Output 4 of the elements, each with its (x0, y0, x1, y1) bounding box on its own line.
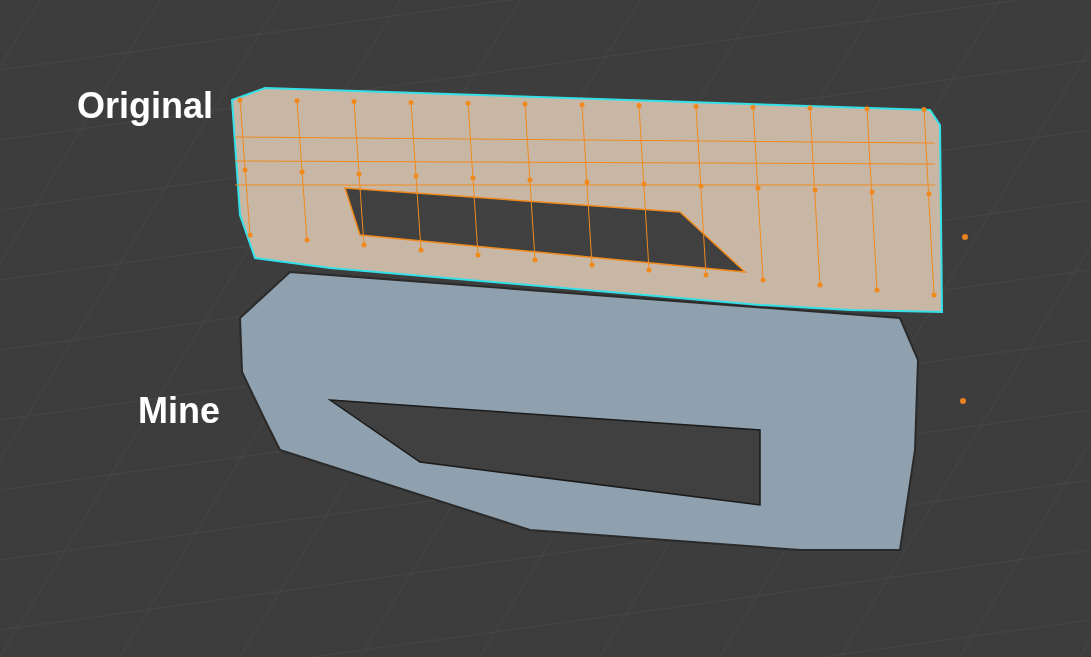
mesh-label: Mine (138, 393, 220, 429)
origin-dot (960, 398, 966, 404)
origin-dot (962, 234, 968, 240)
mesh-label: Original (77, 88, 214, 124)
